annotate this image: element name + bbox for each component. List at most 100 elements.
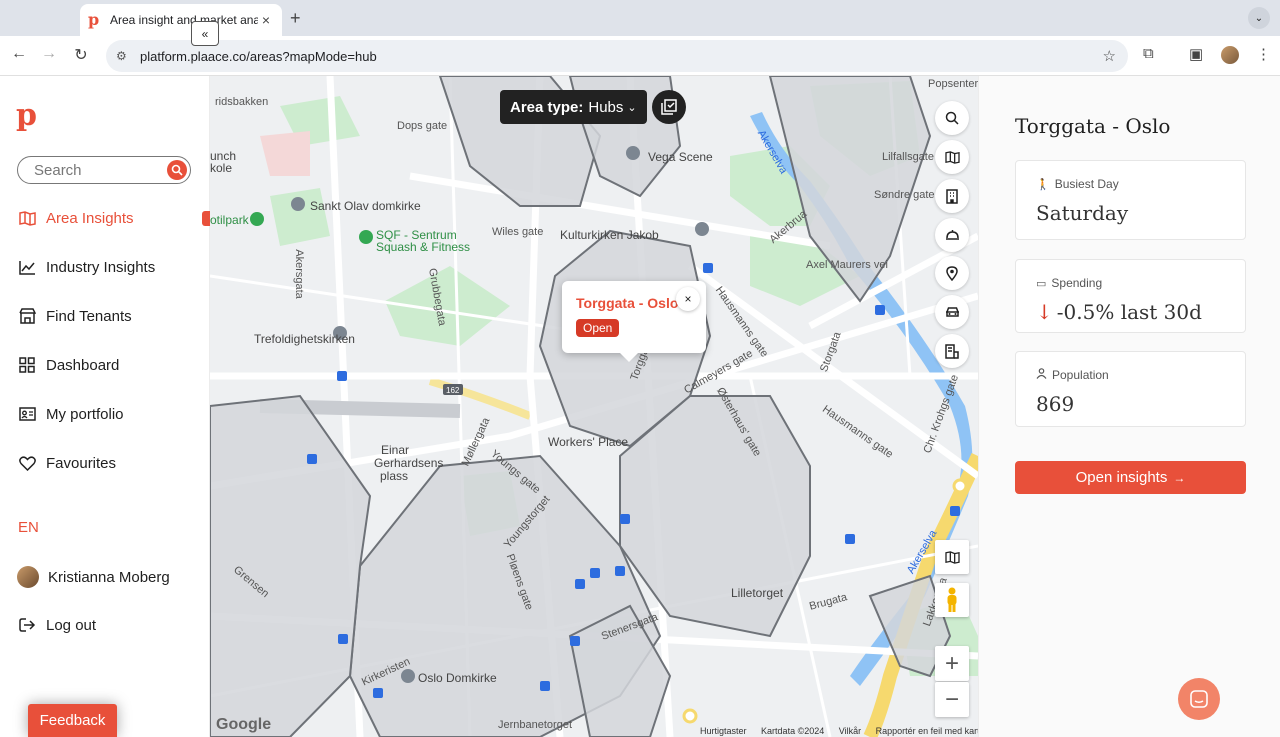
map-data-text: Kartdata ©2024 [761, 726, 825, 736]
map-icon [944, 150, 960, 164]
plaace-logo[interactable]: p [16, 98, 37, 133]
extensions-icon[interactable]: ⧉ [1143, 45, 1154, 62]
map-label: plass [380, 469, 409, 483]
report-error-link[interactable]: Rapportér en feil med kartet [876, 726, 978, 736]
profile-avatar[interactable] [1221, 46, 1239, 64]
side-panel-icon[interactable]: ▣ [1189, 45, 1203, 63]
site-settings-icon[interactable]: ⚙ [116, 49, 132, 63]
sidebar-item-find-tenants[interactable]: Find Tenants [18, 307, 132, 325]
location-pin-icon [946, 265, 958, 281]
map-label: Squash & Fitness [376, 240, 471, 254]
spending-label: Spending [1051, 276, 1103, 290]
map-restaurants-button[interactable] [935, 218, 969, 252]
map-base-layer [210, 76, 978, 737]
map-label: Oslo Domkirke [418, 671, 497, 685]
heart-icon [18, 454, 36, 472]
map-locations-button[interactable] [935, 256, 969, 290]
url-text: platform.plaace.co/areas?mapMode=hub [140, 48, 377, 64]
sidebar-item-label: Favourites [46, 454, 117, 472]
map-label: Sankt Olav domkirke [310, 199, 421, 213]
active-indicator [202, 211, 210, 226]
reload-button[interactable]: ↻ [70, 45, 92, 65]
sidebar-item-label: My portfolio [46, 405, 124, 423]
map-label: Kulturkirken Jakob [560, 228, 659, 242]
keyboard-shortcuts-link[interactable]: Hurtigtaster [700, 726, 747, 736]
map-buildings-button[interactable] [935, 179, 969, 213]
back-button[interactable]: ← [8, 45, 30, 63]
address-bar[interactable]: ⚙ platform.plaace.co/areas?mapMode=hub ☆ [106, 40, 1128, 72]
map-label: Workers' Place [548, 435, 629, 449]
credit-card-icon: ▭ [1036, 277, 1047, 290]
terms-link[interactable]: Vilkår [839, 726, 861, 736]
search-icon [945, 111, 959, 125]
document-building-icon [945, 343, 959, 359]
chart-icon [18, 258, 36, 276]
cloche-icon [945, 230, 959, 240]
area-type-dropdown[interactable]: Area type: Hubs ⌄ [500, 90, 647, 124]
map-search-button[interactable] [935, 101, 969, 135]
sidebar-item-area-insights[interactable]: Area Insights [18, 209, 134, 227]
language-switch[interactable]: EN [18, 519, 39, 536]
busiest-day-card: 🚶 Busiest Day Saturday [1015, 160, 1246, 240]
map-label: Wiles gate [492, 226, 544, 238]
zoom-out-button[interactable]: − [935, 682, 969, 717]
new-tab-button[interactable]: + [290, 8, 301, 29]
forward-button[interactable]: → [38, 45, 60, 63]
map-traffic-button[interactable] [935, 295, 969, 329]
feedback-button[interactable]: Feedback [28, 704, 117, 737]
close-icon[interactable]: × [676, 287, 700, 311]
street-view-pegman[interactable] [935, 583, 969, 617]
map-canvas[interactable]: ridsbakken Popsenteret Dops gate unch ko… [210, 76, 978, 737]
collapse-sidebar-button[interactable]: « [191, 21, 219, 46]
map-label: Trefoldighetskirken [254, 332, 355, 346]
logout-button[interactable]: Log out [18, 616, 96, 634]
area-type-value: Hubs [588, 98, 624, 116]
sidebar-item-my-portfolio[interactable]: My portfolio [18, 405, 124, 423]
browser-menu-icon[interactable]: ⋮ [1256, 45, 1271, 63]
population-label: Population [1052, 368, 1109, 382]
car-icon [945, 307, 959, 317]
avatar [17, 566, 39, 588]
map-reports-button[interactable] [935, 334, 969, 368]
chevron-down-icon: ⌄ [627, 101, 637, 114]
map-areas-button[interactable] [935, 140, 969, 174]
pegman-icon [947, 587, 957, 612]
spending-card: ▭ Spending ↓ -0.5% last 30d [1015, 259, 1246, 333]
sidebar-item-industry-insights[interactable]: Industry Insights [18, 258, 155, 276]
sidebar-item-label: Industry Insights [46, 258, 156, 276]
logout-label: Log out [46, 616, 97, 634]
area-popup[interactable]: Torggata - Oslo × Open [562, 281, 706, 362]
map-label: Dops gate [397, 120, 448, 132]
spending-label-row: ▭ Spending [1036, 276, 1102, 290]
map-label: Lilletorget [731, 586, 784, 600]
spending-value-row: ↓ -0.5% last 30d [1036, 300, 1202, 324]
chat-launcher-button[interactable] [1178, 678, 1220, 720]
bookmark-star-icon[interactable]: ☆ [1103, 47, 1116, 65]
map-icon [944, 550, 960, 564]
population-card: Population 869 [1015, 351, 1246, 427]
map-label: Axel Maurers vei [806, 259, 888, 271]
map-label: Einar [381, 443, 410, 457]
map-attribution: Hurtigtaster Kartdata ©2024 Vilkår Rappo… [700, 726, 978, 736]
population-value: 869 [1036, 392, 1075, 416]
map-type-button[interactable] [935, 540, 969, 574]
open-insights-button[interactable]: Open insights → [1015, 461, 1246, 494]
user-profile[interactable]: Kristianna Moberg [17, 566, 170, 588]
search-icon[interactable] [167, 160, 187, 180]
road-number: 162 [446, 386, 460, 395]
tab-search-button[interactable]: ⌄ [1248, 7, 1270, 29]
zoom-in-button[interactable]: + [935, 646, 969, 681]
google-logo: Google [216, 716, 272, 733]
map-label: Gerhardsens [374, 456, 444, 470]
popup-title[interactable]: Torggata - Oslo [576, 295, 678, 311]
sidebar-item-dashboard[interactable]: Dashboard [18, 356, 119, 374]
chat-icon [1190, 690, 1208, 708]
sidebar-item-favourites[interactable]: Favourites [18, 454, 116, 472]
close-tab-icon[interactable]: × [258, 12, 274, 28]
layers-toggle-button[interactable] [652, 90, 686, 124]
grid-icon [18, 356, 36, 374]
walking-person-icon: 🚶 [1036, 178, 1050, 191]
browser-tab[interactable]: p Area insight and market analy × [80, 4, 282, 36]
sidebar-item-label: Dashboard [46, 356, 120, 374]
search-input[interactable]: Search [17, 156, 191, 184]
